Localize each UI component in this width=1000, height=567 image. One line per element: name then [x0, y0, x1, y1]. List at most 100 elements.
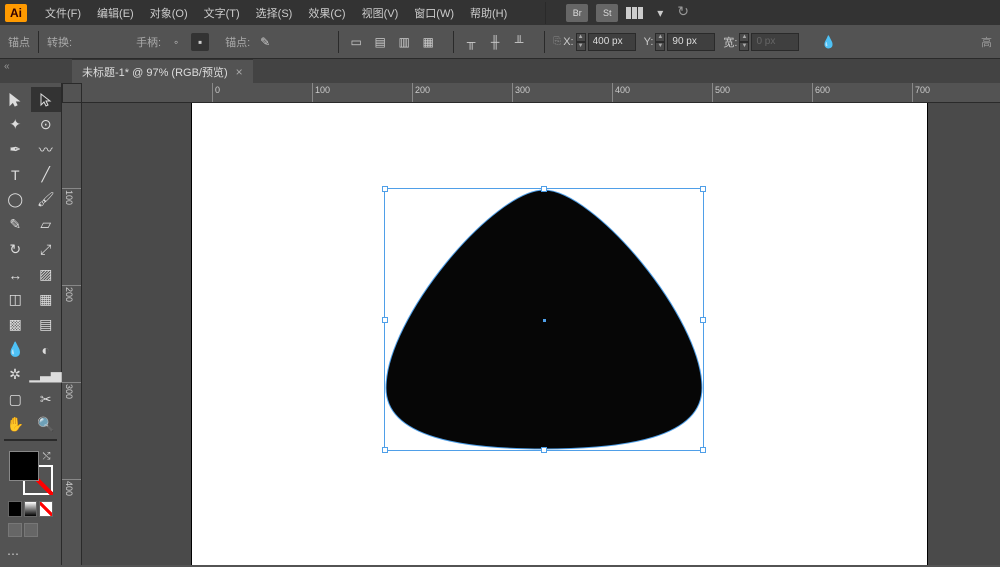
magic-wand-tool[interactable]: ✦	[0, 112, 31, 137]
hand-tool[interactable]: ✋	[0, 412, 31, 437]
w-spinner[interactable]: ▲▼	[739, 33, 749, 51]
menu-file[interactable]: 文件(F)	[37, 5, 89, 21]
menu-select[interactable]: 选择(S)	[248, 5, 301, 21]
artboard-tool[interactable]: ▢	[0, 387, 31, 412]
tool-separator	[4, 439, 57, 441]
eyedrop-fill-icon[interactable]: 💧	[819, 33, 837, 51]
y-input[interactable]	[667, 33, 715, 51]
align-top-icon[interactable]: ╥	[462, 33, 480, 51]
scale-tool[interactable]: ⤢	[31, 237, 62, 262]
resize-handle-tl[interactable]	[382, 186, 388, 192]
shape-builder-tool[interactable]: ◫	[0, 287, 31, 312]
slice-tool[interactable]: ✂	[31, 387, 62, 412]
bridge-icon[interactable]: Br	[566, 4, 588, 22]
resize-handle-tm[interactable]	[541, 186, 547, 192]
menu-view[interactable]: 视图(V)	[354, 5, 407, 21]
resize-handle-bl[interactable]	[382, 447, 388, 453]
isolate-icon[interactable]: ▭	[347, 33, 365, 51]
resize-handle-br[interactable]	[700, 447, 706, 453]
y-spinner[interactable]: ▲▼	[655, 33, 665, 51]
fill-stroke-control[interactable]: ⤭	[9, 451, 53, 495]
control-bar: 锚点 转换: 手柄: ◦ ▪ 锚点: ✎ ▭ ▤ ▥ ▦ ╥ ╫ ╨ ⎘ X: …	[0, 25, 1000, 59]
edit-toolbar-icon[interactable]: ⋯	[4, 545, 22, 563]
canvas-area[interactable]	[82, 103, 1000, 565]
direct-selection-tool[interactable]	[31, 87, 62, 112]
ruler-tick-label: 400	[615, 85, 630, 95]
perspective-tool[interactable]: ▦	[31, 287, 62, 312]
document-tab[interactable]: 未标题-1* @ 97% (RGB/预览) ×	[72, 59, 253, 83]
ruler-tick-label: 0	[215, 85, 220, 95]
x-spinner[interactable]: ▲▼	[576, 33, 586, 51]
w-input[interactable]	[751, 33, 799, 51]
tools-panel: ✦⊙✒〰T╱◯🖌✎▱↻⤢↔▨◫▦▩▤💧◐✲▁▃▅▢✂✋🔍 ⤭ ⋯	[0, 83, 62, 565]
app-logo: Ai	[5, 4, 27, 22]
resize-handle-mr[interactable]	[700, 317, 706, 323]
column-graph-tool[interactable]: ▁▃▅	[30, 362, 61, 387]
panel-collapse-icon[interactable]: «	[4, 61, 10, 72]
eyedropper-tool[interactable]: 💧	[0, 337, 31, 362]
pencil-tool[interactable]: ✎	[0, 212, 31, 237]
color-mode-none[interactable]	[39, 501, 53, 517]
screen-mode-normal[interactable]	[8, 523, 22, 537]
sync-icon[interactable]	[677, 3, 697, 23]
line-tool[interactable]: ╱	[31, 162, 62, 187]
blend-tool[interactable]: ◐	[31, 337, 62, 362]
resize-handle-bm[interactable]	[541, 447, 547, 453]
workspace-dropdown-icon[interactable]: ▾	[651, 4, 669, 22]
align-bottom-icon[interactable]: ╨	[510, 33, 528, 51]
remove-anchor-icon[interactable]: ✎	[256, 33, 274, 51]
rotate-tool[interactable]: ↻	[0, 237, 31, 262]
align-right-icon[interactable]: ▦	[419, 33, 437, 51]
connect-anchor-icon[interactable]	[280, 33, 298, 51]
paintbrush-tool[interactable]: 🖌	[31, 187, 62, 212]
gradient-tool[interactable]: ▤	[31, 312, 62, 337]
selection-tool[interactable]	[0, 87, 31, 112]
ruler-vertical[interactable]: 0100200300400500	[62, 103, 82, 565]
selection-bounding-box[interactable]	[384, 188, 704, 451]
resize-handle-ml[interactable]	[382, 317, 388, 323]
handle-hide-icon[interactable]: ▪	[191, 33, 209, 51]
resize-handle-tr[interactable]	[700, 186, 706, 192]
ruler-horizontal[interactable]: 0100200300400500600700800900	[82, 83, 1000, 103]
free-transform-tool[interactable]: ▨	[31, 262, 62, 287]
ruler-tick-label: 300	[64, 384, 74, 399]
anchor-label: 锚点	[8, 34, 30, 50]
handle-show-icon[interactable]: ◦	[167, 33, 185, 51]
width-tool[interactable]: ↔	[0, 262, 31, 287]
ruler-tick-label: 500	[715, 85, 730, 95]
close-tab-icon[interactable]: ×	[236, 65, 243, 79]
mesh-tool[interactable]: ▩	[0, 312, 31, 337]
ellipse-tool[interactable]: ◯	[0, 187, 31, 212]
align-middle-icon[interactable]: ╫	[486, 33, 504, 51]
color-mode-gradient[interactable]	[24, 501, 38, 517]
ruler-origin[interactable]	[62, 83, 82, 103]
ruler-tick-label: 400	[64, 481, 74, 496]
arrange-documents-icon[interactable]	[626, 7, 643, 19]
menu-help[interactable]: 帮助(H)	[462, 5, 515, 21]
swap-fill-stroke-icon[interactable]: ⤭	[43, 451, 51, 462]
zoom-tool[interactable]: 🔍	[31, 412, 62, 437]
align-center-icon[interactable]: ▥	[395, 33, 413, 51]
menu-object[interactable]: 对象(O)	[142, 5, 196, 21]
stock-icon[interactable]: St	[596, 4, 618, 22]
align-left-icon[interactable]: ▤	[371, 33, 389, 51]
menu-window[interactable]: 窗口(W)	[406, 5, 462, 21]
convert-smooth-icon[interactable]	[102, 33, 120, 51]
x-input[interactable]	[588, 33, 636, 51]
fill-swatch[interactable]	[9, 451, 39, 481]
color-mode-solid[interactable]	[8, 501, 22, 517]
type-tool[interactable]: T	[0, 162, 31, 187]
curvature-tool[interactable]: 〰	[31, 137, 62, 162]
menu-effect[interactable]: 效果(C)	[300, 5, 353, 21]
menu-type[interactable]: 文字(T)	[196, 5, 248, 21]
convert-corner-icon[interactable]	[78, 33, 96, 51]
screen-mode-full[interactable]	[24, 523, 38, 537]
symbol-sprayer-tool[interactable]: ✲	[0, 362, 30, 387]
link-xy-icon[interactable]: ⎘	[553, 36, 561, 47]
divider	[545, 2, 546, 24]
lasso-tool[interactable]: ⊙	[31, 112, 62, 137]
pen-tool[interactable]: ✒	[0, 137, 31, 162]
menu-edit[interactable]: 编辑(E)	[89, 5, 142, 21]
eraser-tool[interactable]: ▱	[31, 212, 62, 237]
cut-anchor-icon[interactable]	[304, 33, 322, 51]
